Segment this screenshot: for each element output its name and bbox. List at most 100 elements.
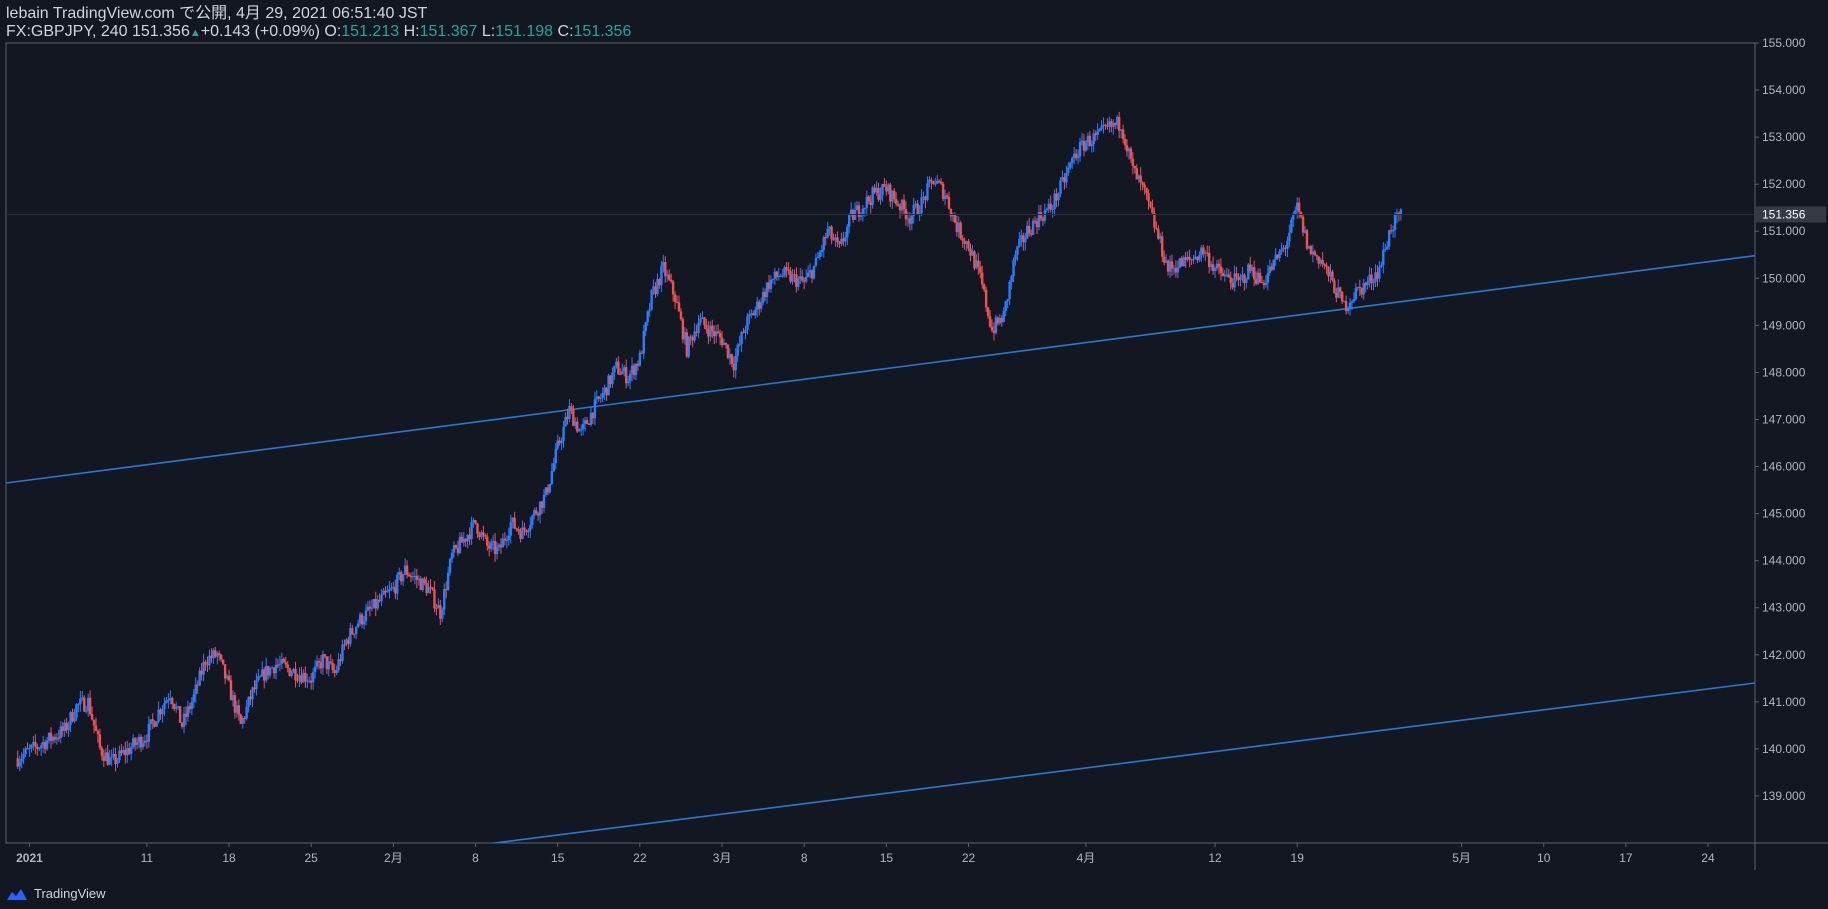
candle-up: [505, 540, 509, 542]
symbol-legend[interactable]: FX:GBPJPY, 240 151.356▲+0.143 (+0.09%) O…: [6, 23, 631, 42]
candle-up: [1071, 157, 1074, 163]
candle-up: [863, 207, 867, 209]
candle-down: [237, 705, 241, 715]
candle-down: [1188, 256, 1191, 260]
candle-down: [967, 241, 970, 249]
candle-up: [495, 546, 499, 554]
candle-up: [1065, 172, 1068, 183]
candle-up: [1245, 279, 1248, 283]
candle-up: [611, 372, 614, 385]
candle-up: [879, 195, 882, 200]
price-chart[interactable]: 155.000 154.000 153.000 152.000 151.000 150.0…: [0, 0, 1828, 909]
candle-down: [1229, 277, 1232, 284]
candle-up: [822, 237, 825, 250]
candle-down: [204, 661, 207, 665]
candle-up: [648, 309, 651, 312]
candle-up: [560, 440, 563, 444]
price-axis[interactable]: 155.000 154.000 153.000 152.000 151.000 150.0…: [1755, 36, 1806, 803]
candle-up: [1278, 251, 1281, 259]
candle-up: [1387, 230, 1391, 247]
candle-down: [1170, 261, 1174, 269]
candle-down: [407, 574, 411, 577]
candle-up: [1008, 281, 1011, 300]
candle-up: [781, 275, 784, 277]
time-tick-label: 8: [472, 851, 479, 865]
candle-down: [724, 342, 728, 345]
brand-name[interactable]: TradingView: [34, 886, 106, 901]
time-tick-label: 15: [880, 851, 894, 865]
candle-down: [916, 203, 919, 215]
time-axis[interactable]: 2021 11 18 25 2月 8 15 22 3月 8 15 22 4月 12 19 5月 10 17 24: [16, 843, 1715, 865]
time-tick-label: 10: [1537, 851, 1551, 865]
candle-up: [278, 663, 282, 665]
candle-up: [542, 494, 546, 508]
candle-down: [953, 214, 957, 223]
candle-up: [1266, 273, 1270, 283]
price-tick-label: 155.000: [1762, 36, 1806, 50]
candle-up: [79, 698, 82, 705]
candle-up: [448, 558, 452, 573]
candle-up: [362, 621, 366, 625]
candle-up: [642, 331, 645, 354]
candle-up: [161, 709, 164, 715]
candle-up: [527, 530, 530, 533]
time-tick-label: 2021: [16, 851, 43, 865]
candle-down: [100, 747, 104, 756]
trend-lines[interactable]: [6, 254, 1755, 905]
candle-down: [664, 262, 667, 277]
candle-down: [1155, 227, 1158, 229]
candle-up: [67, 725, 70, 731]
time-tick-label: 17: [1619, 851, 1633, 865]
candle-down: [801, 276, 804, 281]
candle-down: [34, 741, 37, 747]
candle-up: [1004, 301, 1007, 311]
candle-down: [986, 307, 990, 317]
candle-up: [1239, 276, 1242, 281]
candle-up: [754, 309, 757, 316]
candle-up: [311, 672, 315, 683]
price-tick-label: 143.000: [1762, 601, 1806, 615]
candle-up: [736, 344, 739, 357]
candle-down: [984, 289, 988, 308]
candle-down: [671, 281, 675, 295]
candle-up: [274, 664, 278, 674]
candle-up: [441, 609, 444, 619]
candle-up: [335, 670, 338, 673]
candle-up: [531, 515, 534, 526]
candle-up: [599, 397, 602, 399]
candle-up: [22, 754, 25, 759]
candle-down: [1321, 259, 1324, 265]
candle-up: [1213, 268, 1217, 271]
candle-up: [626, 381, 630, 384]
candle-down: [1323, 264, 1326, 266]
candle-down: [892, 190, 896, 199]
candle-up: [73, 717, 76, 722]
chart-grid: [5, 42, 1828, 870]
candle-up: [926, 183, 929, 201]
brand-footer[interactable]: TradingView: [6, 886, 106, 901]
candle-up: [354, 627, 358, 634]
candle-up: [1010, 276, 1013, 282]
candle-down: [1133, 165, 1137, 169]
time-tick-label: 22: [962, 851, 976, 865]
candle-down: [1305, 230, 1309, 249]
candle-down: [785, 267, 788, 270]
candle-up: [644, 322, 647, 332]
symbol-interval[interactable]: FX:GBPJPY, 240: [6, 23, 128, 40]
time-tick-label: 12: [1208, 851, 1222, 865]
open-label: O:: [324, 23, 342, 40]
candle-up: [1100, 126, 1103, 130]
candle-down: [932, 180, 935, 185]
candle-up: [450, 552, 454, 559]
price-tick-label: 154.000: [1762, 83, 1806, 97]
candle-down: [1139, 175, 1142, 183]
candle-down: [323, 654, 327, 657]
candle-up: [910, 216, 914, 224]
time-tick-label: 18: [222, 851, 236, 865]
high-label: H:: [403, 23, 420, 40]
candle-up: [806, 272, 810, 277]
candle-up: [85, 710, 88, 712]
candle-down: [894, 198, 898, 204]
candle-up: [646, 311, 649, 323]
candle-down: [668, 274, 671, 280]
